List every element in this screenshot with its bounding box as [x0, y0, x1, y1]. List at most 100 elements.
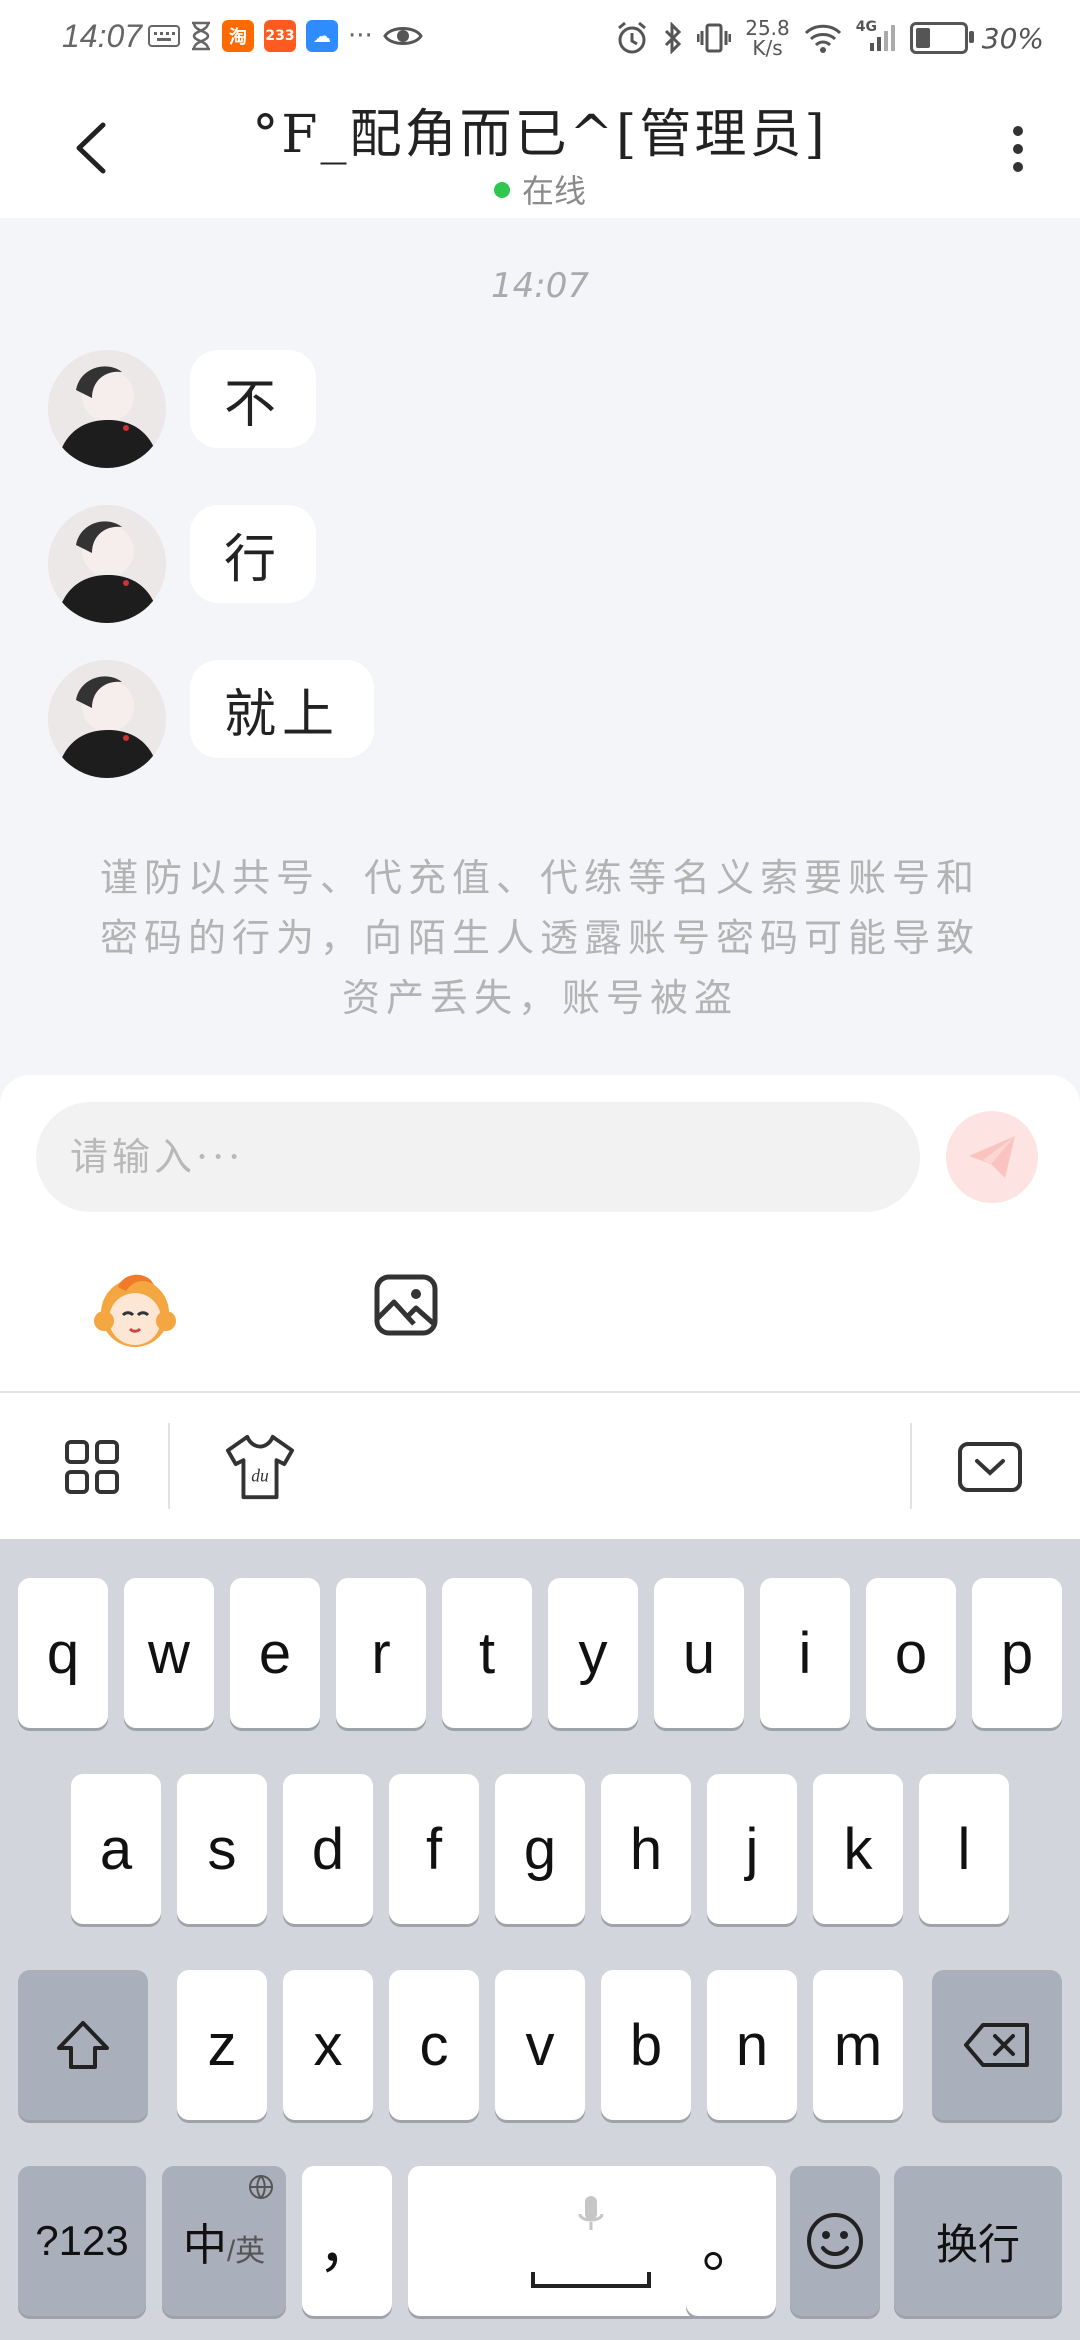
app-233-icon: 233	[264, 20, 296, 52]
image-button[interactable]	[366, 1265, 446, 1345]
key-r[interactable]: r	[336, 1578, 426, 1728]
emoji-keyboard-key[interactable]	[790, 2166, 880, 2316]
battery-icon	[909, 22, 974, 54]
smiley-icon	[807, 2213, 863, 2269]
key-p[interactable]: p	[972, 1578, 1062, 1728]
toolbar-separator	[168, 1423, 170, 1509]
hourglass-icon	[192, 21, 210, 51]
signal-icon	[869, 25, 895, 51]
status-bar: 14:07 淘 233 ☁ ··· 25.8 K/s 4G 30%	[0, 0, 1080, 78]
status-time: 14:07	[62, 18, 143, 54]
enter-key[interactable]: 换行	[894, 2166, 1062, 2316]
keyboard: q w e r t y u i o p a s d f g h j k l z …	[0, 1539, 1080, 2340]
eye-icon	[383, 27, 423, 45]
shift-icon	[57, 2021, 109, 2069]
message-row: 行	[48, 505, 317, 623]
wifi-icon	[804, 24, 841, 53]
key-b[interactable]: b	[601, 1970, 691, 2120]
number-mode-key[interactable]: ?123	[18, 2166, 146, 2316]
key-g[interactable]: g	[495, 1774, 585, 1924]
key-t[interactable]: t	[442, 1578, 532, 1728]
key-o[interactable]: o	[866, 1578, 956, 1728]
keyboard-toolbar: du	[0, 1393, 1080, 1539]
status-left-icons: 淘 233 ☁ ···	[148, 20, 423, 52]
emoji-button[interactable]	[90, 1263, 180, 1353]
key-s[interactable]: s	[177, 1774, 267, 1924]
key-y[interactable]: y	[548, 1578, 638, 1728]
more-dot	[1013, 144, 1023, 154]
taobao-icon: 淘	[222, 20, 254, 52]
more-options-button[interactable]	[988, 114, 1048, 184]
security-notice: 谨防以共号、代充值、代练等名义索要账号和密码的行为，向陌生人透露账号密码可能导致…	[99, 856, 980, 1020]
key-c[interactable]: c	[389, 1970, 479, 2120]
avatar[interactable]	[48, 350, 166, 468]
key-a[interactable]: a	[71, 1774, 161, 1924]
comma-key[interactable]: ，	[302, 2166, 392, 2316]
avatar-image	[48, 660, 166, 778]
backspace-key[interactable]	[932, 1970, 1062, 2120]
keyboard-menu-button[interactable]	[56, 1431, 128, 1503]
message-bubble[interactable]: 就上	[190, 660, 375, 758]
globe-icon	[249, 2175, 273, 2199]
key-q[interactable]: q	[18, 1578, 108, 1728]
alarm-icon	[618, 21, 647, 54]
key-i[interactable]: i	[760, 1578, 850, 1728]
language-switch-key[interactable]: 中/英	[162, 2166, 286, 2316]
input-panel	[0, 1075, 1080, 1393]
key-u[interactable]: u	[654, 1578, 744, 1728]
avatar[interactable]	[48, 660, 166, 778]
avatar[interactable]	[48, 505, 166, 623]
image-icon	[374, 1274, 438, 1336]
key-h[interactable]: h	[601, 1774, 691, 1924]
online-status-label: 在线	[521, 172, 586, 210]
key-l[interactable]: l	[919, 1774, 1009, 1924]
key-d[interactable]: d	[283, 1774, 373, 1924]
shift-key[interactable]	[18, 1970, 148, 2120]
chat-title: °F_配角而已^[管理员]	[252, 105, 828, 165]
svg-text:du: du	[251, 1466, 269, 1486]
more-dot	[1013, 162, 1023, 172]
chat-header: °F_配角而已^[管理员] 在线	[0, 78, 1080, 218]
avatar-image	[48, 505, 166, 623]
paper-plane-icon	[969, 1136, 1015, 1178]
key-m[interactable]: m	[813, 1970, 903, 2120]
bluetooth-icon	[665, 22, 682, 54]
space-bar-icon	[531, 2272, 651, 2288]
mascot-emoji-icon	[94, 1274, 176, 1347]
message-input[interactable]	[36, 1102, 920, 1212]
language-key-main: 中	[182, 2221, 227, 2270]
key-k[interactable]: k	[813, 1774, 903, 1924]
online-status: 在线	[0, 166, 1080, 212]
message-timestamp: 14:07	[491, 266, 589, 306]
message-row: 不	[48, 350, 317, 468]
keyboard-collapse-icon	[958, 1442, 1022, 1492]
period-key[interactable]: 。	[686, 2166, 776, 2316]
key-x[interactable]: x	[283, 1970, 373, 2120]
language-key-sub: /英	[226, 2235, 266, 2268]
message-bubble[interactable]: 不	[190, 350, 317, 448]
avatar-image	[48, 350, 166, 468]
keyboard-skin-button[interactable]: du	[224, 1431, 296, 1503]
status-more: ···	[348, 21, 373, 51]
status-right-icons: 25.8 K/s 4G 30%	[615, 18, 1044, 58]
key-e[interactable]: e	[230, 1578, 320, 1728]
key-j[interactable]: j	[707, 1774, 797, 1924]
key-z[interactable]: z	[177, 1970, 267, 2120]
send-button[interactable]	[946, 1111, 1038, 1203]
key-v[interactable]: v	[495, 1970, 585, 2120]
cloud-icon: ☁	[306, 20, 338, 52]
net-speed: 25.8 K/s	[745, 16, 790, 60]
backspace-icon	[964, 2023, 1029, 2067]
microphone-icon	[578, 2196, 604, 2230]
key-f[interactable]: f	[389, 1774, 479, 1924]
key-w[interactable]: w	[124, 1578, 214, 1728]
battery-percent: 30%	[981, 21, 1044, 55]
keyboard-status-icon	[148, 25, 180, 47]
more-vertical-icon	[1013, 126, 1023, 136]
grid-icon	[65, 1440, 119, 1494]
keyboard-collapse-button[interactable]	[952, 1431, 1028, 1503]
key-n[interactable]: n	[707, 1970, 797, 2120]
message-bubble[interactable]: 行	[190, 505, 317, 603]
toolbar-separator	[910, 1423, 912, 1509]
chat-area[interactable]: 14:07 不 行 就上 谨防以共号、代充值、代练等名义索要账号和密码的行为，向…	[0, 218, 1080, 1078]
